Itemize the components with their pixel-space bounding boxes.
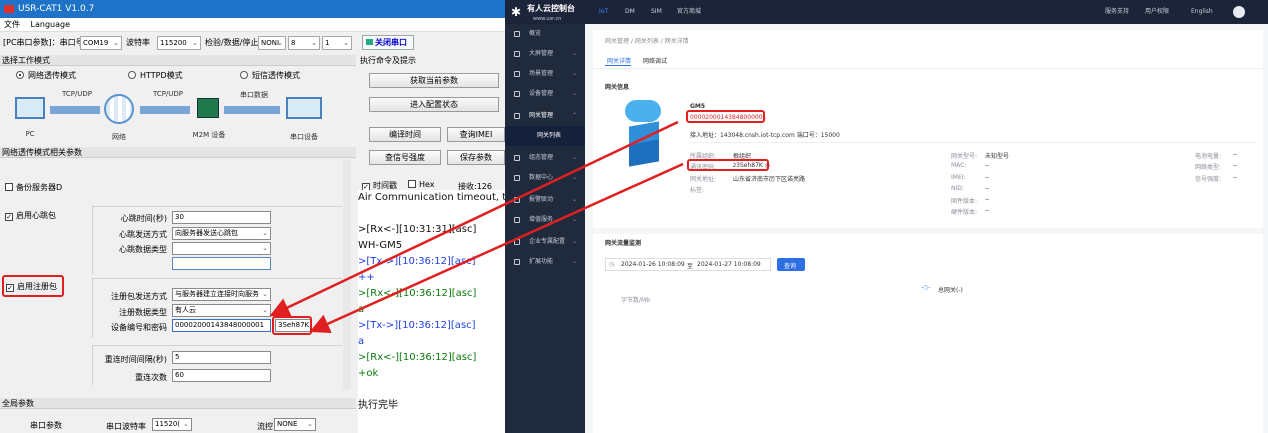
- arrow-sn: [269, 120, 679, 317]
- annotation-arrows: [269, 120, 684, 333]
- arrow-password: [309, 162, 684, 333]
